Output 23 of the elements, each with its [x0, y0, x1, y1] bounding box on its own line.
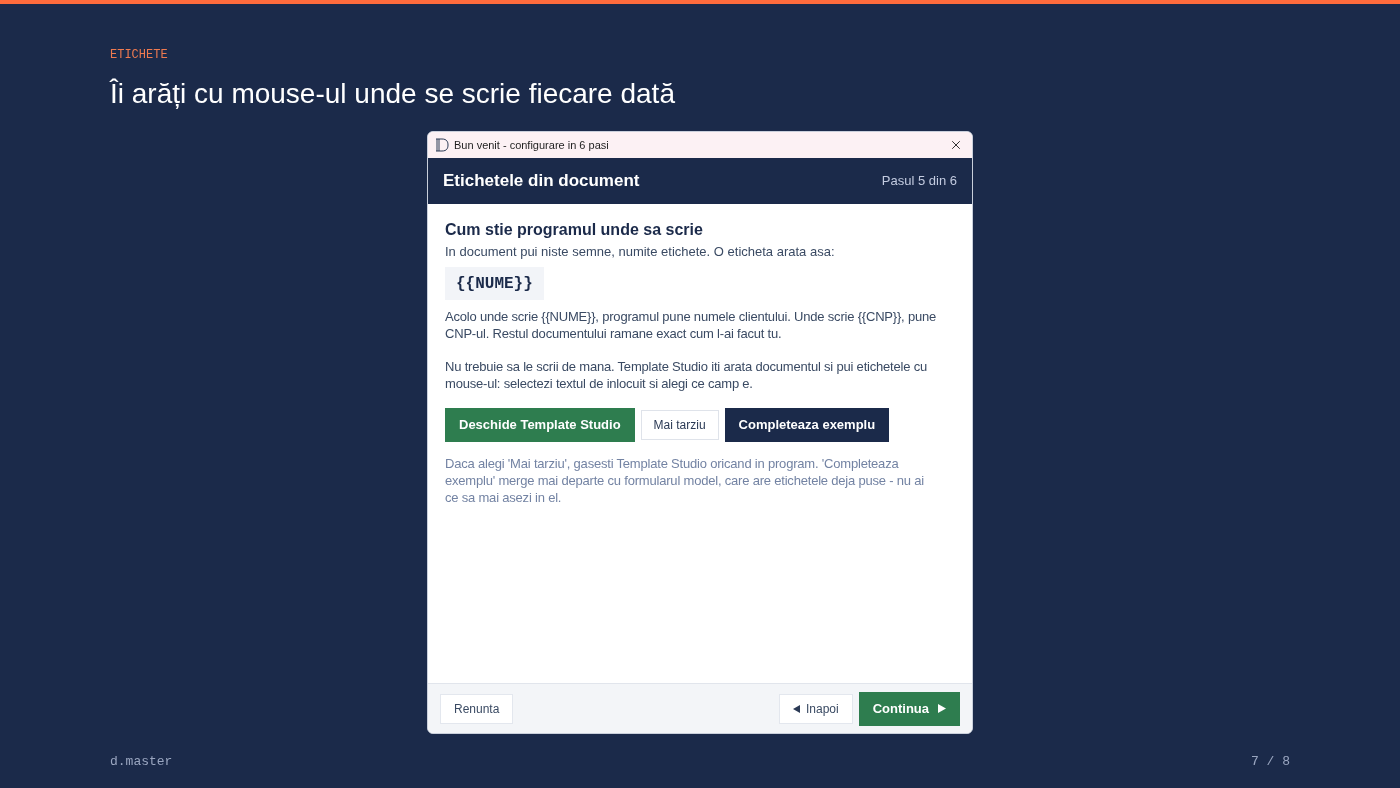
page-number: 7 / 8 [1251, 754, 1290, 770]
step-counter: Pasul 5 din 6 [881, 172, 957, 191]
later-button[interactable]: Mai tarziu [640, 410, 719, 440]
hint-text: Daca alegi 'Mai tarziu', gasesti Template Studio oricand in program. 'Completeaza exemplu' merge mai departe cu formularul model, care are etichetele deja puse - nu ai ce sa mai asezi in el. [445, 455, 926, 506]
triangle-left-icon [792, 704, 800, 713]
explanation-text: Acolo unde scrie {{NUME}}, programul pune numele clientului. Unde scrie {{CNP}}, pune CNP-ul. Restul documentului ramane exact cum l-ai facut tu. [445, 308, 938, 342]
open-studio-button[interactable]: Deschide Template Studio [445, 408, 635, 442]
intro-text: In document pui niste semne, numite etichete. O eticheta arata asa: [445, 243, 836, 261]
close-icon [949, 138, 963, 152]
step-title: Etichetele din document [443, 170, 640, 193]
back-button[interactable]: Inapoi [778, 693, 853, 724]
tag-example: {{NUME}} [445, 267, 544, 300]
brand-name: d.master [110, 754, 173, 770]
dialog-title: Bun venit - configurare in 6 pasi [454, 137, 609, 153]
fill-example-button[interactable]: Completeaza exemplu [724, 408, 890, 442]
explanation-text: Nu trebuie sa le scrii de mana. Template Studio iti arata documentul si pui etichetele cu mouse-ul: selectezi textul de inlocuit si alegi ce camp e. [445, 358, 928, 392]
app-logo-icon [435, 138, 449, 152]
slide-title: Îi arăți cu mouse-ul unde se scrie fiecare dată [110, 77, 675, 111]
cancel-button[interactable]: Renunta [440, 693, 514, 724]
section-eyebrow: ETICHETE [110, 47, 168, 63]
triangle-right-icon [938, 704, 946, 713]
section-heading: Cum stie programul unde sa scrie [445, 220, 703, 240]
continue-button[interactable]: Continua [858, 691, 960, 726]
